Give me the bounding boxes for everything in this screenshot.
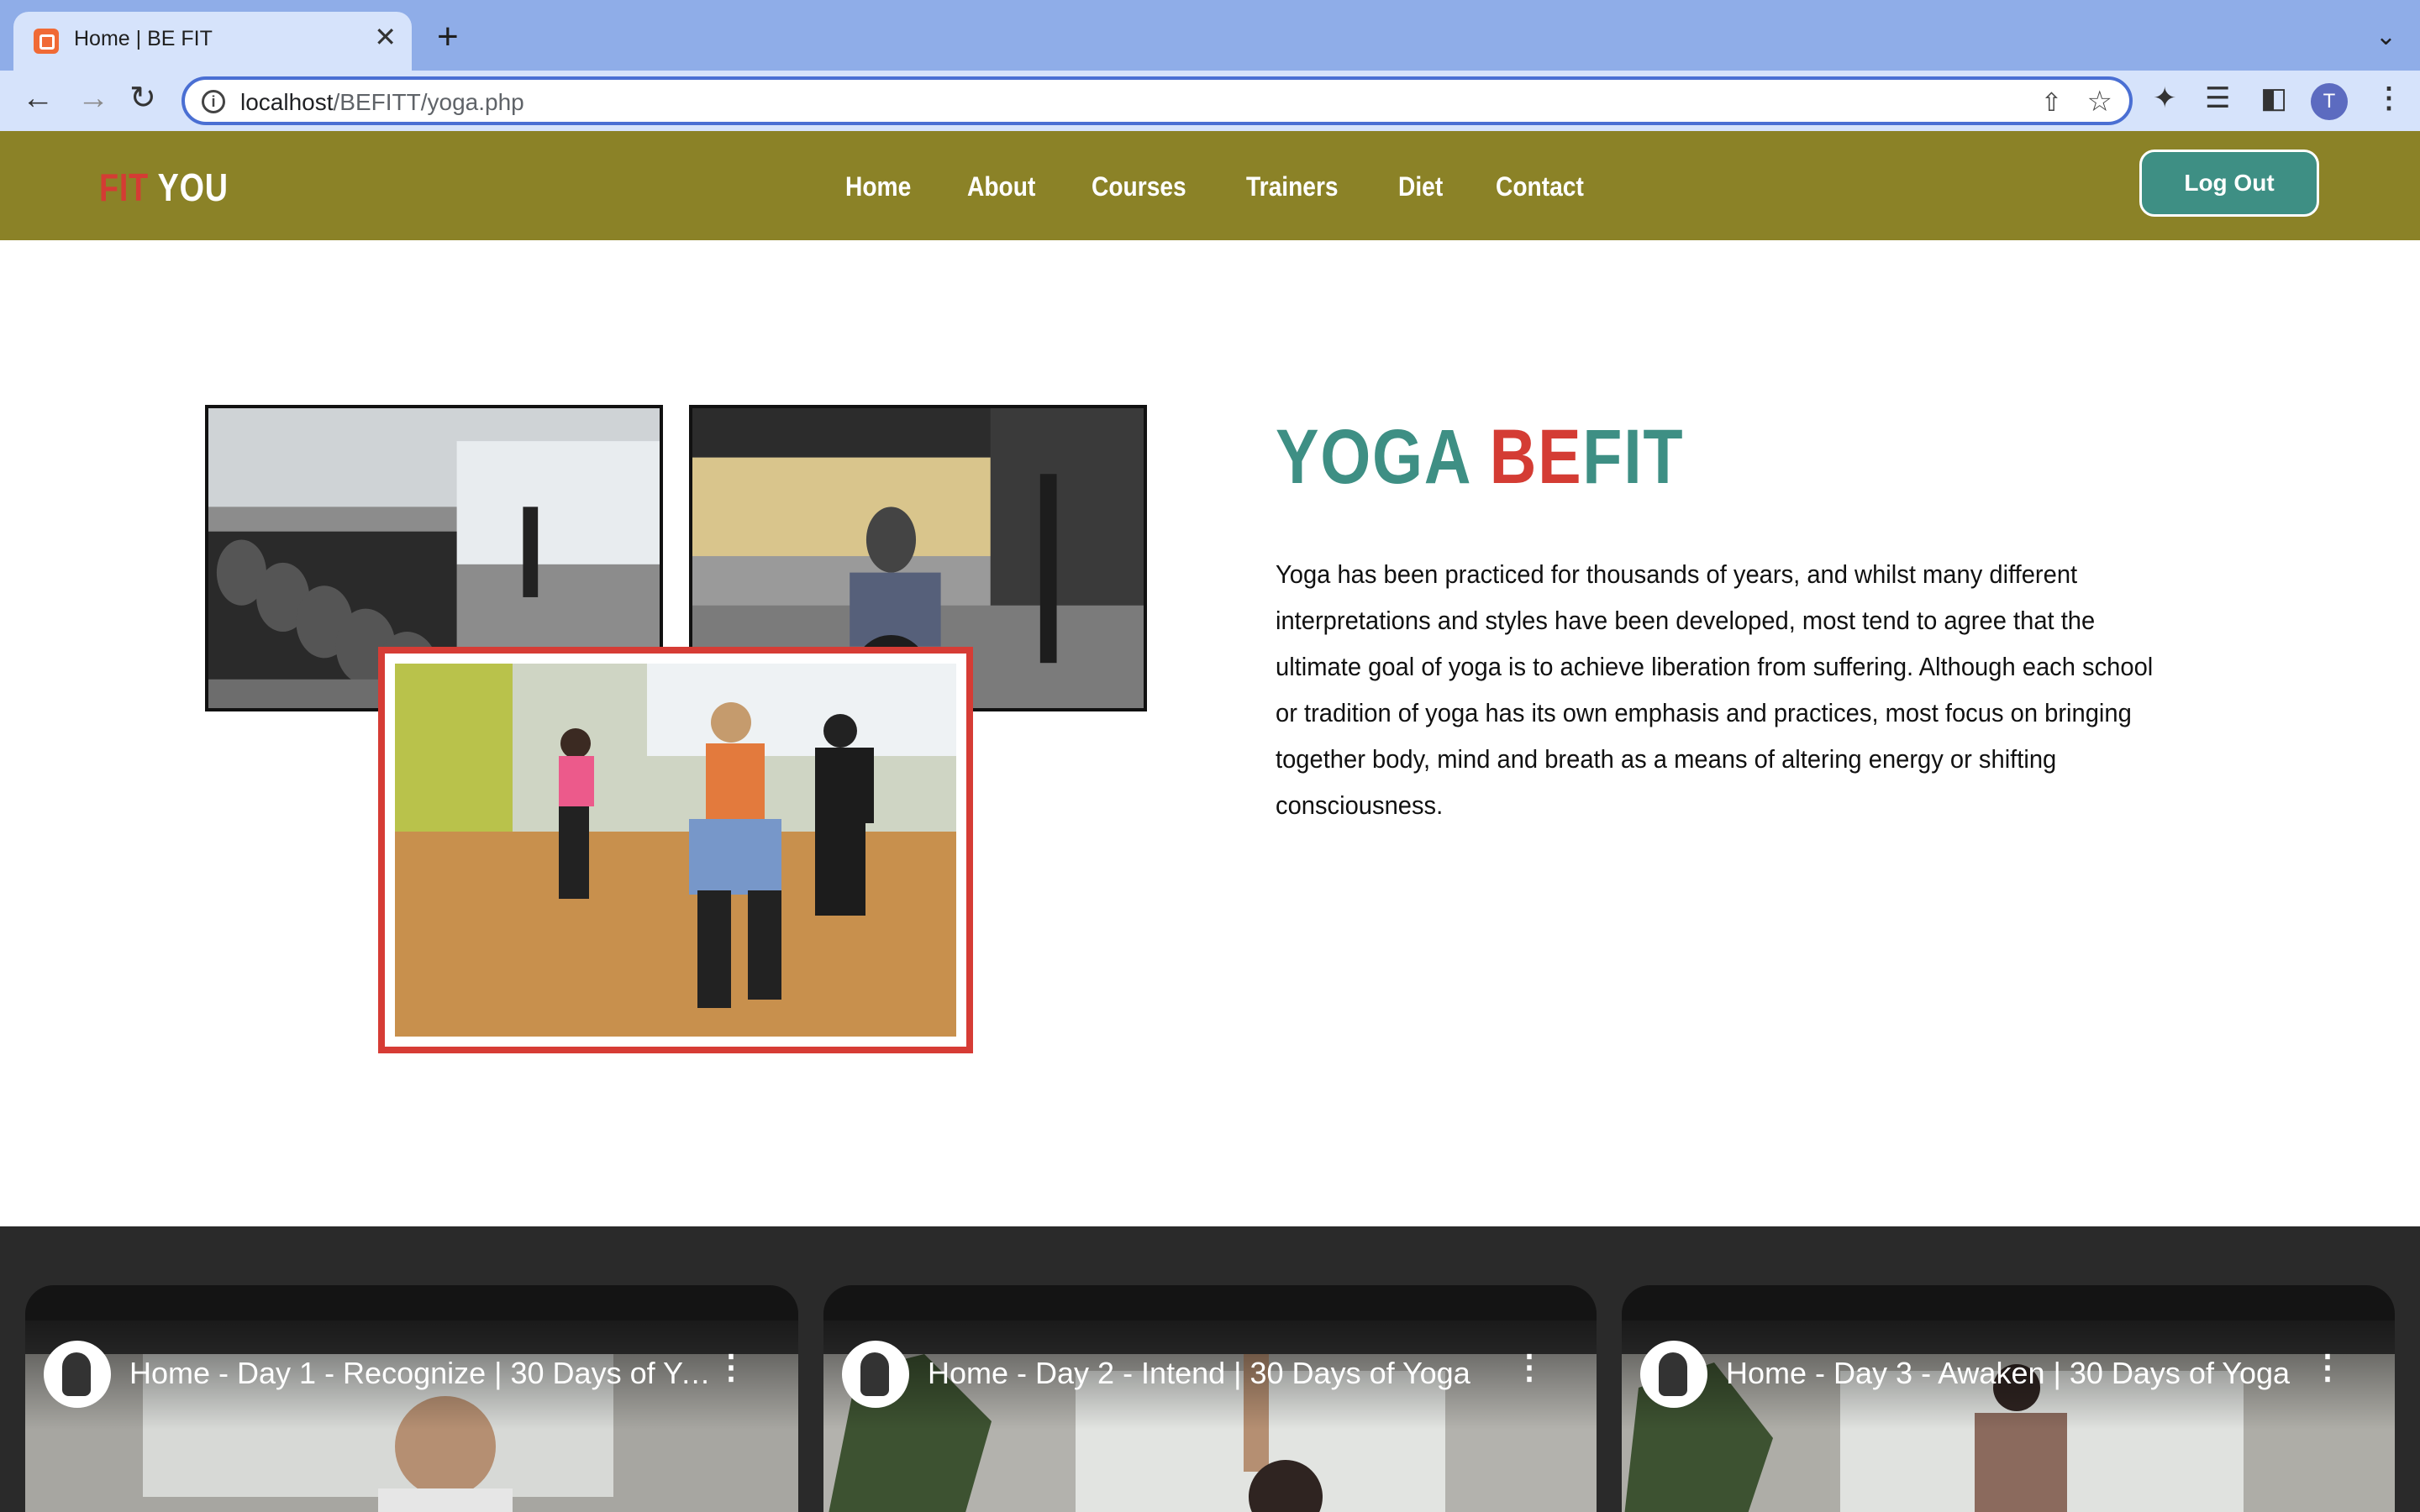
- nav-home[interactable]: Home: [845, 171, 911, 202]
- video-embed-3[interactable]: Home - Day 3 - Awaken | 30 Days of Yoga …: [1622, 1285, 2395, 1512]
- channel-avatar[interactable]: [842, 1341, 909, 1408]
- page-title: YOGA BEFIT: [1276, 414, 1685, 500]
- reload-icon[interactable]: ↻: [129, 82, 156, 114]
- new-tab-button[interactable]: +: [437, 18, 459, 55]
- forward-arrow-icon[interactable]: →: [77, 82, 109, 114]
- channel-avatar[interactable]: [44, 1341, 111, 1408]
- video-more-kebab-icon[interactable]: ⋮: [714, 1351, 748, 1384]
- tab-title: Home | BE FIT: [74, 27, 213, 50]
- share-icon[interactable]: ⇧: [2041, 88, 2062, 118]
- browser-menu-kebab-icon[interactable]: ⋮: [2375, 84, 2403, 113]
- browser-tab[interactable]: Home | BE FIT ✕: [13, 12, 412, 71]
- yoga-description: Yoga has been practiced for thousands of…: [1276, 559, 2154, 820]
- main-nav: Home About Courses Trainers Diet Contact: [845, 171, 1596, 202]
- extensions-puzzle-icon[interactable]: ✦: [2153, 84, 2177, 113]
- profile-avatar[interactable]: T: [2311, 83, 2348, 120]
- video-more-kebab-icon[interactable]: ⋮: [2311, 1351, 2344, 1384]
- channel-avatar[interactable]: [1640, 1341, 1707, 1408]
- back-arrow-icon[interactable]: ←: [22, 82, 54, 114]
- site-favicon-icon: [34, 29, 59, 54]
- site-logo[interactable]: FIT YOU: [99, 165, 229, 210]
- logout-button[interactable]: Log Out: [2139, 150, 2319, 217]
- address-bar[interactable]: i localhost/BEFITT/yoga.php ⇧ ☆: [182, 76, 2133, 125]
- browser-toolbar: ← → ↻ i localhost/BEFITT/yoga.php ⇧ ☆ ✦ …: [0, 71, 2420, 131]
- media-playlist-icon[interactable]: ☰: [2205, 84, 2230, 113]
- video-embed-2[interactable]: Home - Day 2 - Intend | 30 Days of Yoga …: [823, 1285, 1597, 1512]
- browser-tab-strip: Home | BE FIT ✕ + ⌄: [0, 0, 2420, 71]
- side-panel-icon[interactable]: ◧: [2260, 84, 2287, 113]
- nav-trainers[interactable]: Trainers: [1246, 171, 1339, 202]
- video-more-kebab-icon[interactable]: ⋮: [1512, 1351, 1546, 1384]
- video-title[interactable]: Home - Day 1 - Recognize | 30 Days of Yo…: [129, 1356, 718, 1391]
- video-embed-1[interactable]: Home - Day 1 - Recognize | 30 Days of Yo…: [25, 1285, 798, 1512]
- tab-search-chevron-icon[interactable]: ⌄: [2375, 22, 2396, 51]
- nav-courses[interactable]: Courses: [1092, 171, 1186, 202]
- video-section: Home - Day 1 - Recognize | 30 Days of Yo…: [0, 1226, 2420, 1512]
- nav-contact[interactable]: Contact: [1496, 171, 1584, 202]
- video-title[interactable]: Home - Day 3 - Awaken | 30 Days of Yoga: [1726, 1356, 2314, 1391]
- bookmark-star-icon[interactable]: ☆: [2087, 85, 2112, 118]
- nav-about[interactable]: About: [967, 171, 1035, 202]
- site-header: FIT YOU Home About Courses Trainers Diet…: [0, 131, 2420, 240]
- dance-class-photo: [378, 647, 973, 1053]
- nav-diet[interactable]: Diet: [1398, 171, 1443, 202]
- close-tab-icon[interactable]: ✕: [374, 24, 397, 50]
- url-text: localhost/BEFITT/yoga.php: [240, 89, 524, 115]
- site-info-icon[interactable]: i: [202, 90, 225, 113]
- video-title[interactable]: Home - Day 2 - Intend | 30 Days of Yoga: [928, 1356, 1516, 1391]
